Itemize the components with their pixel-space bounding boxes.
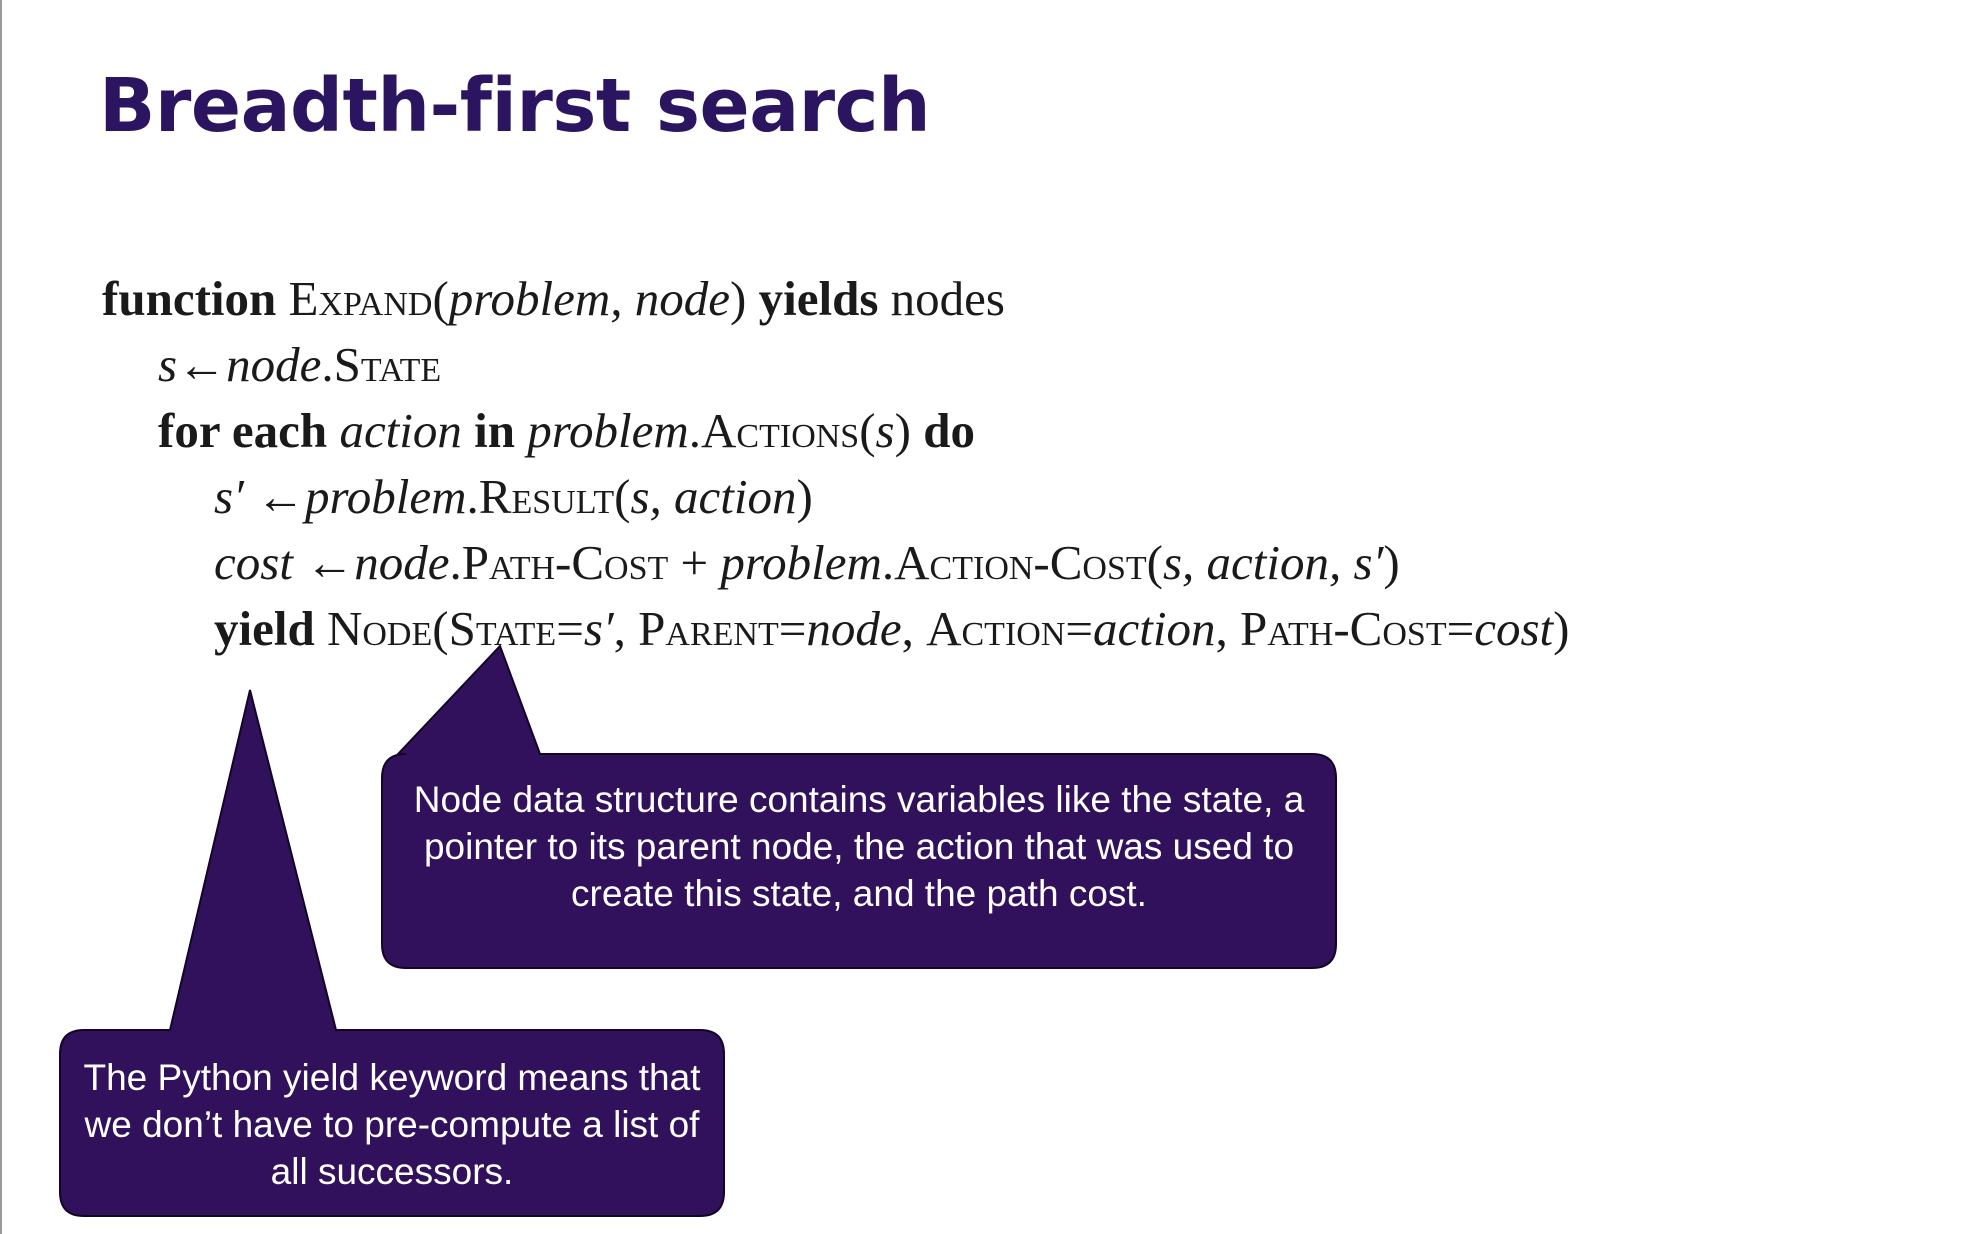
callout-shapes (59, 644, 1337, 1217)
callout-node-info-text: Node data structure contains variables l… (413, 779, 1305, 914)
callout-yield-info-text: The Python yield keyword means that we d… (83, 1057, 701, 1192)
